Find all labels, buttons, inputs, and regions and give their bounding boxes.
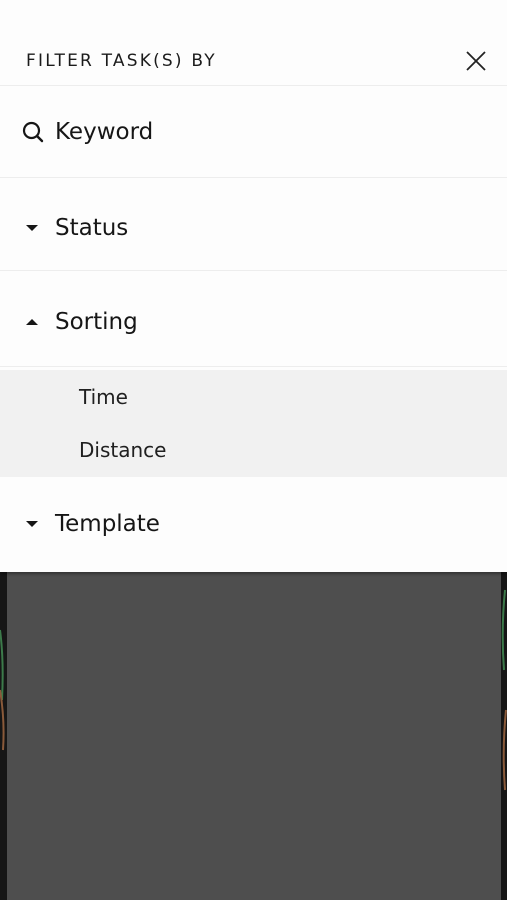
sort-option-distance[interactable]: Distance	[79, 437, 166, 463]
template-label: Template	[55, 511, 160, 537]
filter-title: FILTER TASK(S) BY	[26, 51, 217, 71]
caret-down-icon	[20, 216, 44, 240]
status-filter-row[interactable]: Status	[0, 178, 507, 271]
template-filter-row[interactable]: Template	[0, 477, 507, 572]
caret-down-icon	[20, 512, 44, 536]
keyword-filter-row[interactable]: Keyword	[0, 86, 507, 178]
caret-up-icon	[20, 310, 44, 334]
sorting-options: Time Distance	[0, 370, 507, 477]
sorting-filter-row[interactable]: Sorting	[0, 271, 507, 367]
dim-overlay[interactable]	[7, 572, 501, 900]
filter-panel: FILTER TASK(S) BY Keyword Status Sorting…	[0, 0, 507, 572]
keyword-label: Keyword	[55, 119, 154, 145]
filter-header: FILTER TASK(S) BY	[0, 0, 507, 86]
close-icon	[466, 51, 486, 71]
sorting-label: Sorting	[55, 309, 138, 335]
sort-option-time[interactable]: Time	[79, 384, 128, 410]
status-label: Status	[55, 215, 129, 241]
close-button[interactable]	[462, 47, 490, 75]
search-icon	[21, 120, 45, 144]
